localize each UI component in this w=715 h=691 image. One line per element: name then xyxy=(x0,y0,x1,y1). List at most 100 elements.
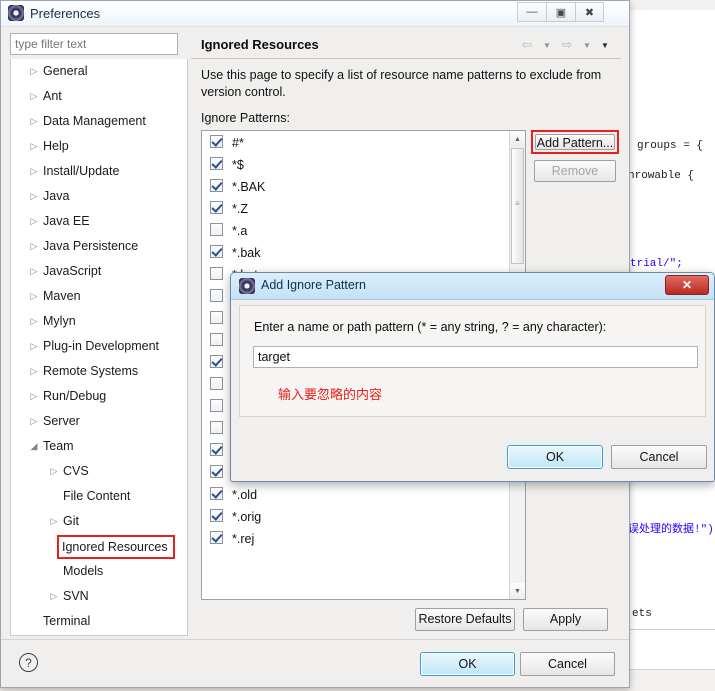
list-item[interactable]: *.a xyxy=(202,219,509,241)
pattern-checkbox[interactable] xyxy=(210,399,223,413)
twisty-collapsed-icon[interactable]: ▷ xyxy=(27,409,41,434)
sidebar-item-testng[interactable]: ▷TestNG xyxy=(11,634,187,635)
pattern-checkbox[interactable] xyxy=(210,509,223,523)
preferences-tree[interactable]: ▷ General ▷ Ant ▷ Data Management ▷ Help ▷ Instal… xyxy=(10,59,188,636)
sidebar-item-label: Mylyn xyxy=(43,314,76,328)
pattern-checkbox[interactable] xyxy=(210,377,223,391)
pattern-checkbox[interactable] xyxy=(210,289,223,303)
twisty-collapsed-icon[interactable]: ▷ xyxy=(27,634,41,635)
twisty-collapsed-icon[interactable]: ▷ xyxy=(27,284,41,309)
twisty-collapsed-icon[interactable]: ▷ xyxy=(27,259,41,284)
twisty-collapsed-icon[interactable]: ▷ xyxy=(27,384,41,409)
list-item[interactable]: *.rej xyxy=(202,527,509,549)
pattern-checkbox[interactable] xyxy=(210,333,223,347)
twisty-collapsed-icon[interactable]: ▷ xyxy=(47,584,61,609)
list-item[interactable]: *.Z xyxy=(202,197,509,219)
list-item[interactable]: *.BAK xyxy=(202,175,509,197)
sidebar-item-javascript[interactable]: ▷ JavaScript xyxy=(11,259,187,284)
sidebar-item-server[interactable]: ▷ Server xyxy=(11,409,187,434)
cancel-button[interactable]: Cancel xyxy=(520,652,615,676)
sidebar-item-cvs[interactable]: ▷ CVS xyxy=(11,459,187,484)
sidebar-item-run-debug[interactable]: ▷ Run/Debug xyxy=(11,384,187,409)
sidebar-item-mylyn[interactable]: ▷ Mylyn xyxy=(11,309,187,334)
sidebar-item-ignored-resources[interactable]: Ignored Resources xyxy=(11,534,187,559)
pattern-checkbox[interactable] xyxy=(210,179,223,193)
sidebar-item-general[interactable]: ▷ General xyxy=(11,59,187,84)
code-line: trial/"; xyxy=(630,258,683,270)
twisty-expanded-icon[interactable]: ◢ xyxy=(27,434,41,459)
modal-cancel-button[interactable]: Cancel xyxy=(611,445,707,469)
page-menu-icon[interactable]: ▼ xyxy=(597,38,613,52)
sidebar-item-team[interactable]: ◢ Team xyxy=(11,434,187,459)
pattern-checkbox[interactable] xyxy=(210,157,223,171)
sidebar-item-models[interactable]: Models xyxy=(11,559,187,584)
modal-close-button[interactable]: ✕ xyxy=(665,275,709,295)
twisty-collapsed-icon[interactable]: ▷ xyxy=(27,334,41,359)
list-item[interactable]: *.bak xyxy=(202,241,509,263)
pattern-checkbox[interactable] xyxy=(210,267,223,281)
scroll-up-icon[interactable]: ▲ xyxy=(510,131,525,147)
annotation-text: 输入要忽略的内容 xyxy=(278,388,383,403)
pattern-checkbox[interactable] xyxy=(210,487,223,501)
sidebar-item-ant[interactable]: ▷ Ant xyxy=(11,84,187,109)
sidebar-item-java[interactable]: ▷ Java xyxy=(11,184,187,209)
twisty-collapsed-icon[interactable]: ▷ xyxy=(27,134,41,159)
twisty-collapsed-icon[interactable]: ▷ xyxy=(27,59,41,84)
pattern-checkbox[interactable] xyxy=(210,223,223,237)
scrollbar-thumb[interactable]: ≡ xyxy=(511,148,524,264)
restore-defaults-button[interactable]: Restore Defaults xyxy=(415,608,515,631)
sidebar-item-java-persistence[interactable]: ▷ Java Persistence xyxy=(11,234,187,259)
pattern-checkbox[interactable] xyxy=(210,531,223,545)
twisty-collapsed-icon[interactable]: ▷ xyxy=(47,459,61,484)
maximize-button[interactable]: ▣ xyxy=(546,2,575,22)
twisty-collapsed-icon[interactable]: ▷ xyxy=(27,109,41,134)
twisty-collapsed-icon[interactable]: ▷ xyxy=(27,209,41,234)
add-pattern-button[interactable]: Add Pattern... xyxy=(535,134,615,150)
sidebar-item-help[interactable]: ▷ Help xyxy=(11,134,187,159)
twisty-collapsed-icon[interactable]: ▷ xyxy=(47,509,61,534)
list-item[interactable]: *.old xyxy=(202,483,509,505)
twisty-collapsed-icon[interactable]: ▷ xyxy=(27,84,41,109)
close-button[interactable]: ✖ xyxy=(575,2,604,22)
pattern-checkbox[interactable] xyxy=(210,245,223,259)
forward-dropdown-icon[interactable]: ▼ xyxy=(579,38,595,52)
help-icon[interactable]: ? xyxy=(19,653,38,672)
sidebar-item-remote-systems[interactable]: ▷ Remote Systems xyxy=(11,359,187,384)
modal-ok-button[interactable]: OK xyxy=(507,445,603,469)
pattern-checkbox[interactable] xyxy=(210,465,223,479)
sidebar-item-install-update[interactable]: ▷ Install/Update xyxy=(11,159,187,184)
forward-arrow-icon[interactable]: ⇨ xyxy=(559,37,575,52)
list-item[interactable]: #* xyxy=(202,131,509,153)
twisty-collapsed-icon[interactable]: ▷ xyxy=(27,184,41,209)
sidebar-item-svn[interactable]: ▷ SVN xyxy=(11,584,187,609)
sidebar-item-maven[interactable]: ▷ Maven xyxy=(11,284,187,309)
pattern-input[interactable] xyxy=(253,346,698,368)
pattern-checkbox[interactable] xyxy=(210,201,223,215)
sidebar-item-data-management[interactable]: ▷ Data Management xyxy=(11,109,187,134)
pattern-checkbox[interactable] xyxy=(210,421,223,435)
twisty-collapsed-icon[interactable]: ▷ xyxy=(27,234,41,259)
pattern-checkbox[interactable] xyxy=(210,443,223,457)
pattern-checkbox[interactable] xyxy=(210,135,223,149)
list-item[interactable]: *.orig xyxy=(202,505,509,527)
apply-button[interactable]: Apply xyxy=(523,608,608,631)
minimize-button[interactable]: — xyxy=(517,2,546,22)
pattern-checkbox[interactable] xyxy=(210,355,223,369)
twisty-collapsed-icon[interactable]: ▷ xyxy=(27,359,41,384)
sidebar-item-file-content[interactable]: File Content xyxy=(11,484,187,509)
back-arrow-icon[interactable]: ⇦ xyxy=(519,37,535,52)
sidebar-item-java-ee[interactable]: ▷ Java EE xyxy=(11,209,187,234)
list-item[interactable]: *$ xyxy=(202,153,509,175)
back-dropdown-icon[interactable]: ▼ xyxy=(539,38,555,52)
sidebar-item-label: SVN xyxy=(63,589,89,603)
twisty-collapsed-icon[interactable]: ▷ xyxy=(27,309,41,334)
scroll-down-icon[interactable]: ▼ xyxy=(510,583,525,599)
sidebar-item-plug-in-development[interactable]: ▷ Plug-in Development xyxy=(11,334,187,359)
pattern-checkbox[interactable] xyxy=(210,311,223,325)
twisty-collapsed-icon[interactable]: ▷ xyxy=(27,159,41,184)
remove-pattern-button[interactable]: Remove xyxy=(534,160,616,182)
search-input[interactable] xyxy=(10,33,178,55)
ok-button[interactable]: OK xyxy=(420,652,515,676)
sidebar-item-git[interactable]: ▷ Git xyxy=(11,509,187,534)
sidebar-item-terminal[interactable]: Terminal xyxy=(11,609,187,634)
